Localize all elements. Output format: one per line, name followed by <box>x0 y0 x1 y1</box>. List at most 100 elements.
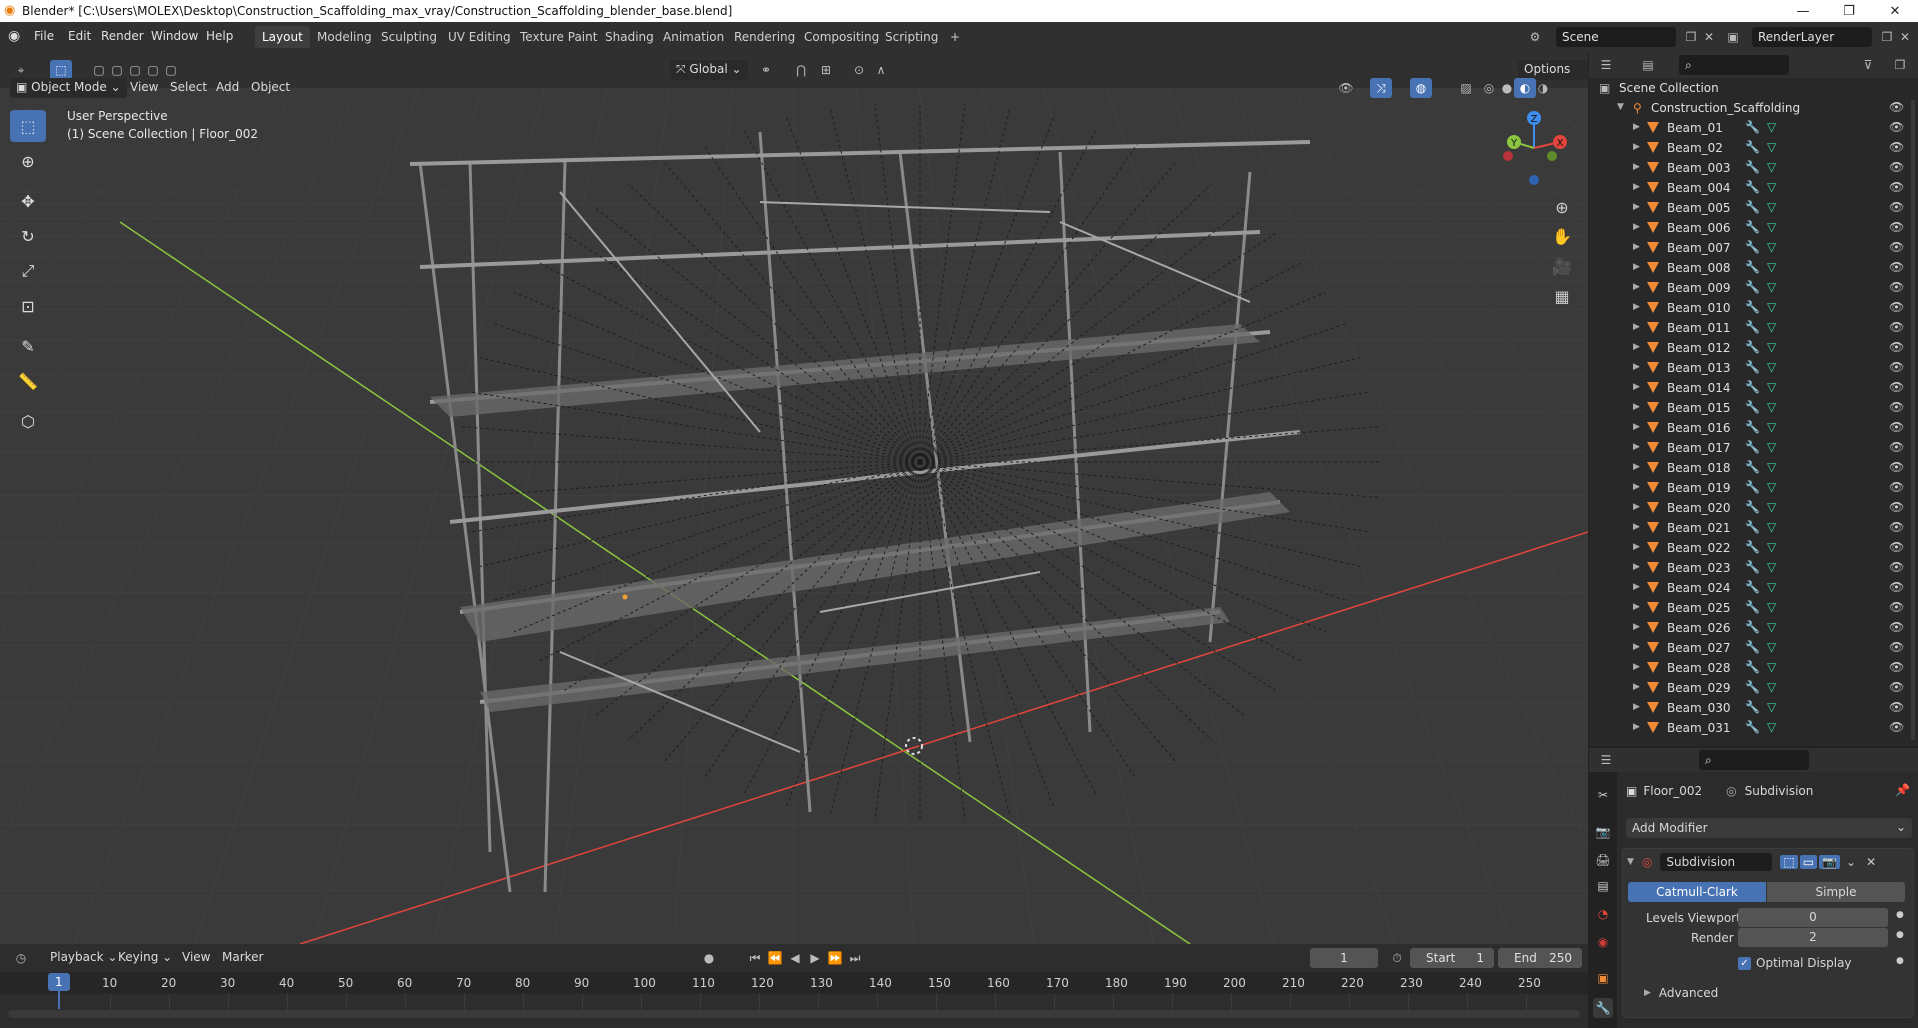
play-icon[interactable]: ▶ <box>804 948 826 968</box>
rotate-tool-icon[interactable]: ↻ <box>10 220 46 252</box>
eye-icon[interactable]: 👁 <box>1889 300 1904 314</box>
outliner-item[interactable]: ▶ Beam_003 🔧 ▽ 👁 <box>1589 158 1907 178</box>
eye-icon[interactable]: 👁 <box>1889 240 1904 254</box>
eye-icon[interactable]: 👁 <box>1889 580 1904 594</box>
collapse-icon[interactable]: ▼ <box>1627 857 1634 867</box>
overlay-toggle-icon[interactable]: ◍ <box>1410 78 1432 98</box>
3d-viewport[interactable] <box>0 52 1588 944</box>
falloff-icon[interactable]: ∧ <box>870 60 892 80</box>
view-layer-tab-icon[interactable]: ▤ <box>1593 876 1613 896</box>
mesh-data-icon[interactable]: ▽ <box>1767 420 1776 434</box>
advanced-subpanel[interactable]: ▶ Advanced <box>1644 984 1718 1002</box>
output-tab-icon[interactable]: 🖨 <box>1593 850 1613 870</box>
mesh-data-icon[interactable]: ▽ <box>1767 520 1776 534</box>
expand-icon[interactable]: ▶ <box>1633 662 1640 672</box>
expand-icon[interactable]: ▶ <box>1633 522 1640 532</box>
tab-texture-paint[interactable]: Texture Paint <box>513 26 604 48</box>
remove-scene-icon[interactable]: ✕ <box>1698 27 1720 47</box>
wrench-icon[interactable]: 🔧 <box>1745 500 1760 514</box>
cursor-tool-icon[interactable]: ⊕ <box>10 145 46 177</box>
menu-file[interactable]: File <box>34 29 54 43</box>
mesh-data-icon[interactable]: ▽ <box>1767 320 1776 334</box>
transform-tool-icon[interactable]: ⊡ <box>10 290 46 322</box>
start-frame-field[interactable]: Start 1 <box>1410 948 1494 968</box>
mesh-data-icon[interactable]: ▽ <box>1767 160 1776 174</box>
tab-uv-editing[interactable]: UV Editing <box>441 26 518 48</box>
expand-icon[interactable]: ▶ <box>1633 702 1640 712</box>
outliner-item[interactable]: ▶ Beam_006 🔧 ▽ 👁 <box>1589 218 1907 238</box>
outliner-item[interactable]: ▶ Beam_012 🔧 ▽ 👁 <box>1589 338 1907 358</box>
expand-icon[interactable]: ▶ <box>1633 542 1640 552</box>
gizmo-toggle-icon[interactable]: ⤨ <box>1370 78 1392 98</box>
checkbox-checked-icon[interactable]: ✓ <box>1738 956 1751 970</box>
restore-icon[interactable]: ❐ <box>1826 0 1872 22</box>
wrench-icon[interactable]: 🔧 <box>1745 460 1760 474</box>
eye-icon[interactable]: 👁 <box>1889 420 1904 434</box>
world-tab-icon[interactable]: ◉ <box>1593 932 1613 952</box>
keyframe-dot-icon[interactable]: ● <box>1896 910 1904 920</box>
snap-target-icon[interactable]: ⊞ <box>815 60 837 80</box>
scene-icon[interactable]: ⚙ <box>1524 27 1546 47</box>
mesh-data-icon[interactable]: ▽ <box>1767 280 1776 294</box>
wrench-icon[interactable]: 🔧 <box>1745 440 1760 454</box>
minimize-icon[interactable]: — <box>1780 0 1826 22</box>
expand-icon[interactable]: ▶ <box>1633 682 1640 692</box>
select-mode-intersect-icon[interactable]: ▢ <box>160 60 182 80</box>
wrench-icon[interactable]: 🔧 <box>1745 220 1760 234</box>
expand-icon[interactable]: ▶ <box>1633 502 1640 512</box>
render-levels-field[interactable]: 2 <box>1738 928 1888 947</box>
transform-orientation-dropdown[interactable]: ⤧ Global ⌄ <box>670 60 748 80</box>
viewport-scene[interactable] <box>0 52 1588 944</box>
tab-animation[interactable]: Animation <box>656 26 731 48</box>
wrench-icon[interactable]: 🔧 <box>1745 140 1760 154</box>
expand-icon[interactable]: ▶ <box>1633 582 1640 592</box>
new-collection-icon[interactable]: ❐ <box>1889 55 1911 75</box>
add-workspace-icon[interactable]: + <box>943 26 967 48</box>
timeline-menu-keying[interactable]: Keying ⌄ <box>112 948 178 968</box>
mesh-data-icon[interactable]: ▽ <box>1767 120 1776 134</box>
eye-icon[interactable]: 👁 <box>1889 500 1904 514</box>
wrench-icon[interactable]: 🔧 <box>1745 380 1760 394</box>
tab-shading[interactable]: Shading <box>598 26 661 48</box>
eye-icon[interactable]: 👁 <box>1889 100 1904 114</box>
tab-scripting[interactable]: Scripting <box>878 26 945 48</box>
wrench-icon[interactable]: 🔧 <box>1745 520 1760 534</box>
mesh-data-icon[interactable]: ▽ <box>1767 380 1776 394</box>
eye-icon[interactable]: 👁 <box>1889 200 1904 214</box>
shading-rendered-icon[interactable]: ◑ <box>1532 78 1554 98</box>
select-box-icon[interactable]: ⬚ <box>50 60 72 80</box>
pin-icon[interactable]: 📌 <box>1895 783 1910 797</box>
render-toggle-icon[interactable]: 📷 <box>1819 855 1841 869</box>
outliner-editor-icon[interactable]: ☰ <box>1595 55 1617 75</box>
select-tool-icon[interactable]: ⬚ <box>10 110 46 142</box>
expand-icon[interactable]: ▶ <box>1633 242 1640 252</box>
timeline-menu-marker[interactable]: Marker <box>216 948 269 968</box>
outliner-item[interactable]: ▶ Beam_015 🔧 ▽ 👁 <box>1589 398 1907 418</box>
expand-icon[interactable]: ▶ <box>1633 122 1640 132</box>
pan-hand-icon[interactable]: ✋ <box>1548 222 1576 250</box>
eye-icon[interactable]: 👁 <box>1889 600 1904 614</box>
outliner-item[interactable]: ▶ Beam_005 🔧 ▽ 👁 <box>1589 198 1907 218</box>
expand-icon[interactable]: ▶ <box>1633 722 1640 732</box>
eye-icon[interactable]: 👁 <box>1889 460 1904 474</box>
mesh-data-icon[interactable]: ▽ <box>1767 560 1776 574</box>
wrench-icon[interactable]: 🔧 <box>1745 240 1760 254</box>
timeline-editor-icon[interactable]: ◷ <box>10 948 32 968</box>
expand-icon[interactable]: ▶ <box>1633 382 1640 392</box>
xray-toggle-icon[interactable]: ▨ <box>1455 78 1477 98</box>
jump-end-icon[interactable]: ⏭ <box>844 948 866 968</box>
eye-icon[interactable]: 👁 <box>1889 700 1904 714</box>
mesh-data-icon[interactable]: ▽ <box>1767 360 1776 374</box>
mesh-data-icon[interactable]: ▽ <box>1767 680 1776 694</box>
mesh-data-icon[interactable]: ▽ <box>1767 440 1776 454</box>
wrench-icon[interactable]: 🔧 <box>1745 360 1760 374</box>
wrench-icon[interactable]: 🔧 <box>1745 320 1760 334</box>
eye-icon[interactable]: 👁 <box>1889 380 1904 394</box>
properties-search-input[interactable]: ⌕ <box>1699 750 1809 770</box>
wrench-icon[interactable]: 🔧 <box>1745 640 1760 654</box>
scene-tab-icon[interactable]: ◔ <box>1593 904 1613 924</box>
wrench-icon[interactable]: 🔧 <box>1745 680 1760 694</box>
expand-icon[interactable]: ▶ <box>1633 362 1640 372</box>
eye-icon[interactable]: 👁 <box>1889 480 1904 494</box>
outliner-item[interactable]: ▶ Beam_021 🔧 ▽ 👁 <box>1589 518 1907 538</box>
